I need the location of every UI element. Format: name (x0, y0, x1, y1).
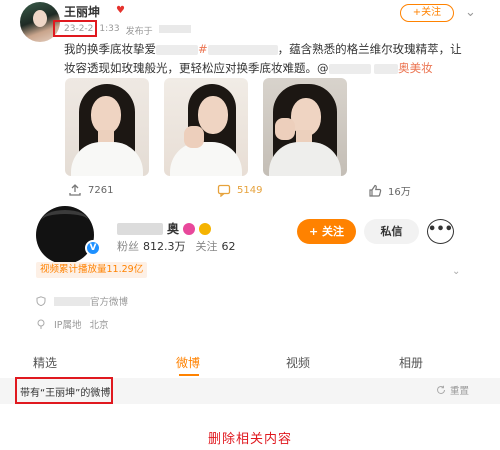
post-photo[interactable] (65, 78, 149, 176)
location-icon (37, 319, 45, 329)
vip-badge-icon: ♥ (116, 5, 125, 16)
annotation-box-filter (15, 377, 113, 404)
tab-video[interactable]: 视频 (286, 354, 310, 371)
reset-label: 重置 (450, 386, 470, 397)
more-options-button[interactable]: ••• (427, 219, 454, 244)
refresh-icon (437, 385, 445, 394)
follow-button[interactable]: + 关注 (297, 219, 356, 244)
weibo-screenshot: 王丽坤 ♥ 23-2-2 1:33 发布于 +关注 ⌄ 我的换季底妆挚爱 # ，蕴含… (0, 0, 500, 450)
comment-count: 5149 (237, 184, 263, 196)
redacted-mention (328, 63, 371, 74)
chevron-down-icon[interactable]: ⌄ (452, 266, 460, 277)
fans-stat: 粉丝 812.3万 (117, 240, 186, 253)
post-text-line1-end: ，蕴含熟悉的格兰维尔玫瑰精萃，让 (277, 42, 462, 56)
redacted-text (156, 44, 198, 55)
profile-stats: 粉丝 812.3万 关注 62 (117, 238, 236, 254)
annotation-box-date (53, 20, 97, 37)
tab-album[interactable]: 相册 (399, 354, 423, 371)
share-action[interactable]: 7261 (68, 183, 113, 197)
message-button[interactable]: 私信 (364, 219, 419, 244)
video-stat-tag: 视频累计播放量11.29亿 (36, 262, 148, 278)
like-count: 16万 (388, 187, 411, 198)
mention-tag[interactable]: 奥美妆 (398, 61, 433, 75)
redacted-source (158, 25, 191, 33)
tab-weibo[interactable]: 微博 (176, 354, 200, 371)
profile-name[interactable]: 奥 (117, 220, 212, 237)
reset-filter-button[interactable]: 重置 (436, 383, 469, 397)
redacted-mention-2 (374, 63, 399, 74)
redacted-profile-name (117, 222, 163, 235)
post-follow-button[interactable]: +关注 (400, 4, 454, 22)
share-icon (69, 184, 81, 196)
location-value: 北京 (89, 320, 109, 331)
location-prefix: IP属地 (54, 320, 82, 331)
member-badge-icon (183, 222, 196, 235)
post-menu-chevron-icon[interactable]: ⌄ (465, 5, 476, 20)
active-tab-indicator (179, 374, 199, 376)
official-label: 官方微博 (90, 297, 129, 308)
post-body: 我的换季底妆挚爱 # ，蕴含熟悉的格兰维尔玫瑰精萃，让 妆容透现如玫瑰般光，更轻松应… (64, 42, 462, 75)
crown-icon (199, 222, 212, 235)
comment-icon (217, 184, 231, 197)
comment-action[interactable]: 5149 (217, 183, 262, 197)
profile-avatar[interactable] (36, 206, 94, 264)
redacted-official (54, 296, 90, 306)
post-text-line1-start: 我的换季底妆挚爱 (64, 42, 156, 56)
redacted-hashtag (207, 44, 278, 55)
post-text-line2: 妆容透现如玫瑰般光，更轻松应对换季底妆难题。@ (64, 61, 329, 75)
profile-name-suffix: 奥 (167, 222, 180, 236)
weibo-post: 王丽坤 ♥ 23-2-2 1:33 发布于 +关注 ⌄ 我的换季底妆挚爱 # ，蕴含… (0, 0, 500, 200)
post-photo[interactable] (263, 78, 347, 176)
official-info-row: 官方微博 (36, 294, 128, 308)
share-count: 7261 (88, 184, 114, 196)
annotation-caption: 删除相关内容 (207, 432, 292, 447)
like-action[interactable]: 16万 (368, 183, 411, 198)
thumbs-up-icon (369, 184, 382, 197)
author-name[interactable]: 王丽坤 (64, 3, 100, 20)
profile-tabs: 精选 微博 视频 相册 (0, 350, 500, 378)
following-stat: 关注 62 (195, 240, 236, 253)
shield-icon (36, 296, 46, 306)
tab-featured[interactable]: 精选 (33, 354, 57, 371)
post-source: 发布于 (125, 27, 153, 37)
verified-badge-icon: V (85, 240, 101, 256)
post-photo[interactable] (164, 78, 248, 176)
post-time: 1:33 (99, 24, 120, 34)
location-info-row: IP属地 北京 (36, 317, 109, 331)
